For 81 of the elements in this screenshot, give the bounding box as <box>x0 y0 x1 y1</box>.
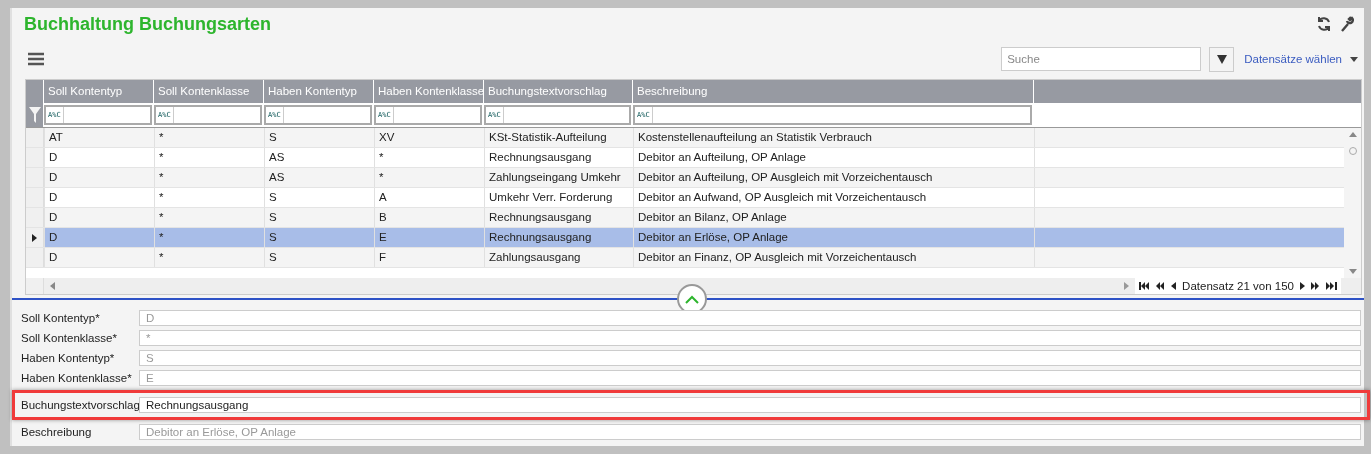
table-cell: XV <box>374 128 484 147</box>
table-cell: Debitor an Aufteilung, OP Ausgleich mit Vorzeichentausch <box>633 168 1034 187</box>
table-cell: Debitor an Finanz, OP Ausgleich mit Vorzeichentausch <box>633 248 1034 267</box>
row-selector[interactable] <box>26 228 44 247</box>
table-cell: D <box>44 248 154 267</box>
table-cell: A <box>374 188 484 207</box>
table-cell: * <box>154 148 264 167</box>
previous-record-icon[interactable] <box>1171 282 1177 290</box>
table-cell: D <box>44 168 154 187</box>
table-cell: Rechnungsausgang <box>484 208 633 227</box>
table-row[interactable]: D * AS * Zahlungseingang Umkehr Debitor an Aufteilung, OP Ausgleich mit Vorzeichentausch <box>26 168 1344 188</box>
table-cell: F <box>374 248 484 267</box>
first-page-icon[interactable] <box>1139 282 1151 290</box>
input-field[interactable]: Rechnungsausgang <box>139 397 1361 413</box>
scroll-left-icon[interactable] <box>50 282 55 290</box>
table-cell: Rechnungsausgang <box>484 148 633 167</box>
next-record-icon[interactable] <box>1300 282 1305 290</box>
table-cell: * <box>154 168 264 187</box>
table-cell: D <box>44 188 154 207</box>
table-row[interactable]: D * S F Zahlungsausgang Debitor an Finanz, OP Ausgleich mit Vorzeichentausch <box>26 248 1344 268</box>
table-row[interactable]: D * S B Rechnungsausgang Debitor an Bilanz, OP Anlage <box>26 208 1344 228</box>
table-cell: S <box>264 248 374 267</box>
table-cell: Debitor an Aufteilung, OP Anlage <box>633 148 1034 167</box>
table-cell: Kostenstellenaufteilung an Statistik Verbrauch <box>633 128 1034 147</box>
table-row[interactable]: AT * S XV KSt-Statistik-Aufteilung Kostenstellenaufteilung an Statistik Verbrauch <box>26 128 1344 148</box>
chevron-up-icon <box>685 294 699 304</box>
scroll-down-icon[interactable] <box>1348 269 1357 274</box>
table-cell: * <box>154 128 264 147</box>
refresh-icon[interactable] <box>1316 16 1332 32</box>
field-label: Buchungstextvorschlag <box>21 399 139 411</box>
table-cell: Debitor an Bilanz, OP Anlage <box>633 208 1034 227</box>
table-cell: S <box>264 208 374 227</box>
table-cell: AS <box>264 168 374 187</box>
table-row[interactable]: D * S A Umkehr Verr. Forderung Debitor an Aufwand, OP Ausgleich mit Vorzeichentausch <box>26 188 1344 208</box>
vertical-scrollbar[interactable] <box>1344 128 1361 278</box>
table-cell: S <box>264 188 374 207</box>
table-cell: B <box>374 208 484 227</box>
table-cell: * <box>374 148 484 167</box>
field-label: Haben Kontenklasse* <box>21 372 133 384</box>
table-cell: Umkehr Verr. Forderung <box>484 188 633 207</box>
table-cell: * <box>154 188 264 207</box>
table-cell: Debitor an Aufwand, OP Ausgleich mit Vorzeichentausch <box>633 188 1034 207</box>
previous-page-icon[interactable] <box>1156 282 1166 290</box>
current-row-icon <box>32 233 37 242</box>
table-cell: * <box>154 228 264 247</box>
table-row[interactable]: D * S E Rechnungsausgang Debitor an Erlöse, OP Anlage <box>26 228 1344 248</box>
filter-button[interactable] <box>1209 46 1235 72</box>
filter-icon <box>28 107 41 123</box>
field-label: Beschreibung <box>21 426 93 438</box>
scroll-up-icon[interactable] <box>1348 132 1357 137</box>
next-page-icon[interactable] <box>1311 282 1320 290</box>
table-cell: * <box>154 208 264 227</box>
table-cell: D <box>44 148 154 167</box>
table-cell: E <box>374 228 484 247</box>
search-field[interactable]: Suche <box>1001 47 1202 71</box>
caret-icon <box>1350 56 1358 62</box>
table-cell: D <box>44 208 154 227</box>
field-label: Soll Kontenklasse* <box>21 332 118 344</box>
wrench-icon[interactable] <box>1340 16 1354 32</box>
table-cell: AT <box>44 128 154 147</box>
table-cell: D <box>44 228 154 247</box>
records-menu[interactable]: Datensätze wählen <box>1244 53 1342 65</box>
last-page-icon[interactable] <box>1326 282 1337 290</box>
table-cell: Rechnungsausgang <box>484 228 633 247</box>
table-cell: S <box>264 228 374 247</box>
table-cell: KSt-Statistik-Aufteilung <box>484 128 633 147</box>
scroll-right-icon[interactable] <box>1124 282 1130 290</box>
table-row[interactable]: D * AS * Rechnungsausgang Debitor an Aufteilung, OP Anlage <box>26 148 1344 168</box>
window-title: Buchhaltung Buchungsarten <box>24 13 271 36</box>
caret-icon <box>1216 54 1227 64</box>
field-label: Soll Kontentyp* <box>21 312 101 324</box>
table-cell: Zahlungseingang Umkehr <box>484 168 633 187</box>
field-label: Haben Kontentyp* <box>21 352 116 364</box>
table-cell: * <box>154 248 264 267</box>
table-cell: Zahlungsausgang <box>484 248 633 267</box>
table-cell: S <box>264 128 374 147</box>
menu-icon[interactable] <box>28 52 44 66</box>
record-counter: Datensatz 21 von 150 <box>1182 280 1294 292</box>
table-cell: Debitor an Erlöse, OP Anlage <box>633 228 1034 247</box>
table-cell: * <box>374 168 484 187</box>
table-cell: AS <box>264 148 374 167</box>
